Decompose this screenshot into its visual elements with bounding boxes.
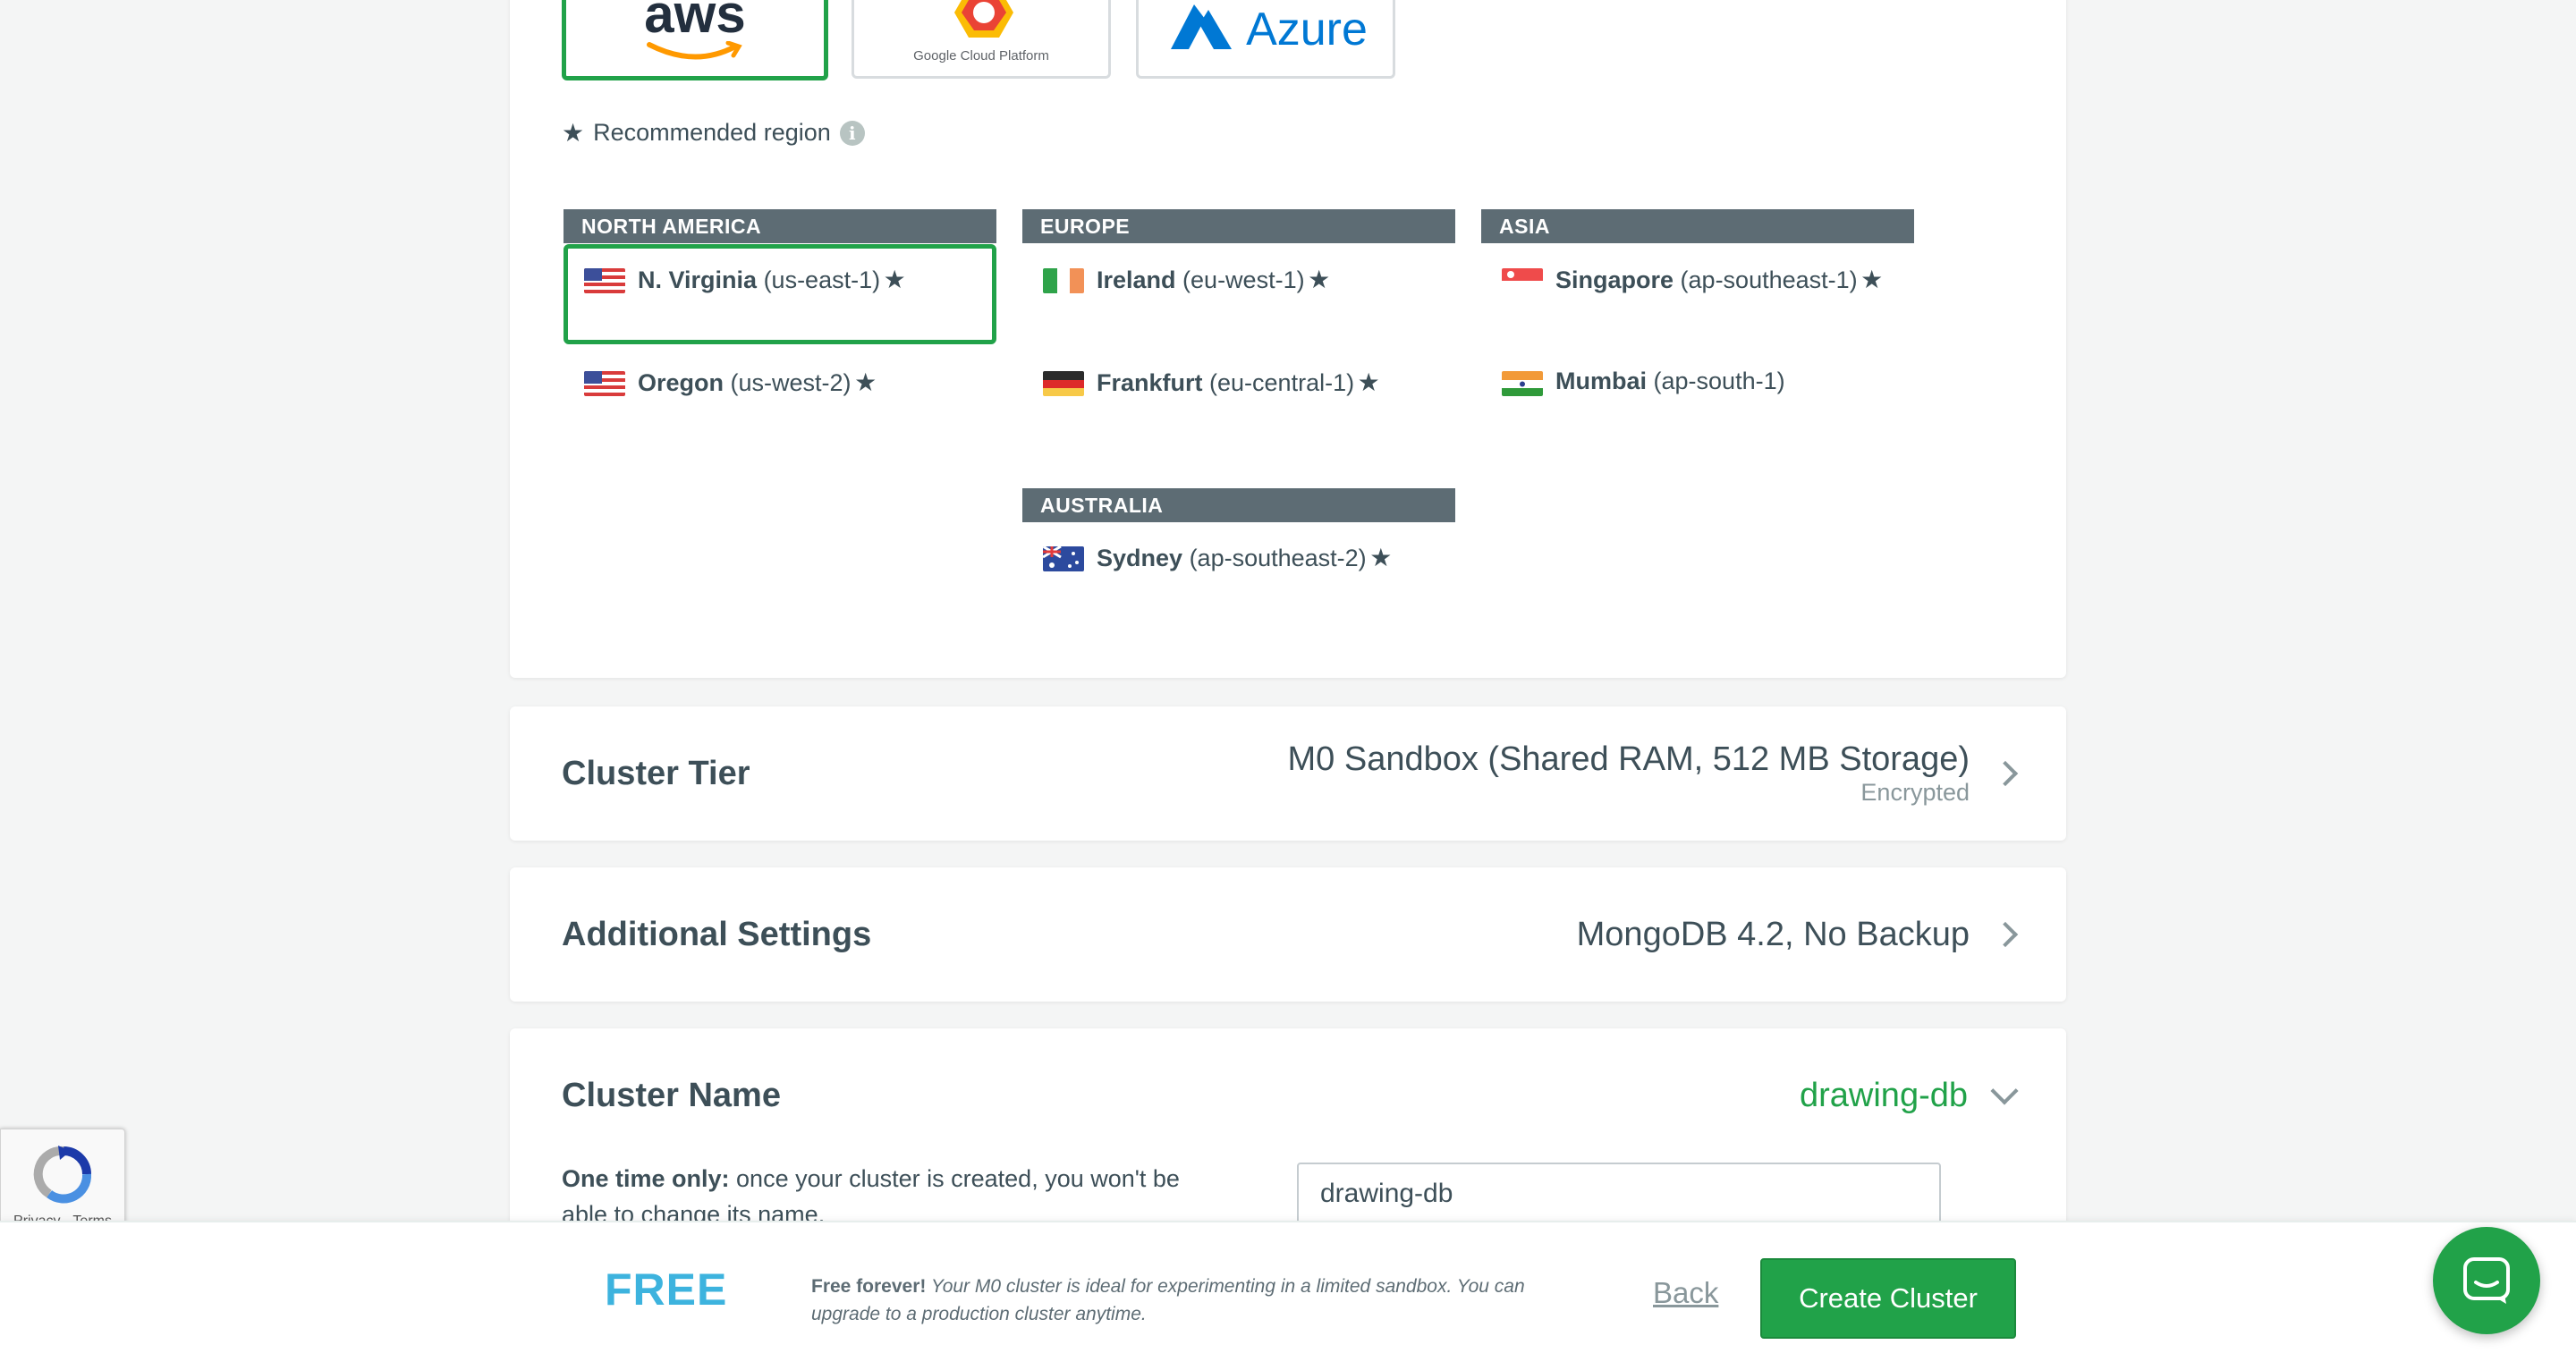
region-card: aws Google Cloud Platform Azure ★ Recomm… (510, 0, 2066, 678)
region-name: N. Virginia (638, 266, 758, 293)
region-name: Oregon (638, 369, 724, 396)
region-group-asia: ASIA (1481, 209, 1914, 243)
back-link[interactable]: Back (1653, 1276, 1718, 1310)
region-ireland[interactable]: Ireland (eu-west-1) ★ (1022, 244, 1455, 344)
chat-support-button[interactable] (2433, 1227, 2540, 1334)
star-icon: ★ (1369, 544, 1393, 571)
free-tier-description: Free forever! Your M0 cluster is ideal f… (811, 1273, 1554, 1328)
additional-settings-section[interactable]: Additional Settings MongoDB 4.2, No Back… (510, 867, 2066, 1002)
recommended-region-legend: ★ Recommended region i (562, 118, 865, 148)
region-code: (ap-southeast-1) (1680, 266, 1858, 293)
star-icon: ★ (883, 266, 906, 293)
cluster-tier-section[interactable]: Cluster Tier M0 Sandbox (Shared RAM, 512… (510, 706, 2066, 841)
aws-logo: aws (644, 0, 746, 63)
azure-logo-text: Azure (1246, 3, 1368, 55)
region-oregon[interactable]: Oregon (us-west-2) ★ (564, 347, 996, 447)
region-name: Frankfurt (1097, 369, 1203, 396)
chevron-right-icon (1992, 921, 2019, 948)
star-icon: ★ (1308, 266, 1331, 293)
provider-gcp-button[interactable]: Google Cloud Platform (852, 0, 1111, 79)
provider-aws-button[interactable]: aws (562, 0, 828, 80)
region-name: Ireland (1097, 266, 1176, 293)
gcp-hexagon-icon (954, 0, 1013, 38)
region-n-virginia[interactable]: N. Virginia (us-east-1) ★ (564, 244, 996, 344)
star-icon: ★ (1860, 266, 1884, 293)
region-code: (ap-south-1) (1653, 368, 1785, 394)
germany-flag-icon (1043, 371, 1084, 396)
region-mumbai[interactable]: Mumbai (ap-south-1) (1481, 347, 1914, 447)
region-code: (us-east-1) (763, 266, 881, 293)
note-bold: One time only: (562, 1165, 730, 1192)
cluster-name-input[interactable] (1297, 1163, 1941, 1225)
provider-azure-button[interactable]: Azure (1136, 0, 1395, 79)
region-code: (us-west-2) (730, 369, 852, 396)
tier-price-label: FREE (605, 1264, 728, 1315)
region-sydney[interactable]: Sydney (ap-southeast-2) ★ (1022, 522, 1455, 622)
region-group-australia: AUSTRALIA (1022, 488, 1455, 522)
singapore-flag-icon (1502, 268, 1543, 293)
star-icon: ★ (1357, 368, 1380, 396)
region-code: (eu-west-1) (1182, 266, 1305, 293)
chevron-down-icon (1990, 1077, 2019, 1105)
cluster-name-header[interactable]: Cluster Name drawing-db (510, 1028, 2066, 1163)
gcp-logo-text: Google Cloud Platform (913, 48, 1049, 63)
region-group-europe: EUROPE (1022, 209, 1455, 243)
additional-settings-title: Additional Settings (562, 915, 872, 953)
chevron-right-icon (1992, 760, 2019, 787)
cluster-name-value: drawing-db (1800, 1076, 1968, 1114)
australia-flag-icon (1043, 546, 1084, 571)
cluster-tier-value: M0 Sandbox (Shared RAM, 512 MB Storage) (1287, 740, 1970, 778)
cluster-tier-title: Cluster Tier (562, 754, 750, 792)
cluster-tier-encrypted: Encrypted (1860, 779, 1970, 806)
india-flag-icon (1502, 371, 1543, 396)
region-name: Mumbai (1555, 368, 1648, 394)
cluster-name-title: Cluster Name (562, 1076, 781, 1114)
region-singapore[interactable]: Singapore (ap-southeast-1) ★ (1481, 244, 1914, 344)
chat-icon (2463, 1257, 2510, 1304)
recaptcha-icon (33, 1146, 92, 1204)
region-name: Singapore (1555, 266, 1674, 293)
star-icon: ★ (854, 368, 877, 396)
region-code: (eu-central-1) (1209, 369, 1355, 396)
region-frankfurt[interactable]: Frankfurt (eu-central-1) ★ (1022, 347, 1455, 447)
us-flag-icon (584, 371, 625, 396)
footer-bar: FREE Free forever! Your M0 cluster is id… (0, 1221, 2576, 1370)
additional-settings-value: MongoDB 4.2, No Backup (1576, 915, 1970, 953)
create-cluster-button[interactable]: Create Cluster (1760, 1258, 2016, 1339)
region-group-north-america: NORTH AMERICA (564, 209, 996, 243)
ireland-flag-icon (1043, 268, 1084, 293)
region-name: Sydney (1097, 545, 1183, 571)
recommended-label: Recommended region (593, 119, 831, 146)
star-icon: ★ (562, 119, 585, 147)
region-code: (ap-southeast-2) (1189, 545, 1367, 571)
us-flag-icon (584, 268, 625, 293)
aws-smile-icon (646, 40, 742, 59)
info-icon[interactable]: i (839, 120, 865, 146)
aws-logo-text: aws (644, 0, 746, 44)
azure-logo-icon (1171, 4, 1233, 49)
free-desc-bold: Free forever! (811, 1276, 927, 1297)
